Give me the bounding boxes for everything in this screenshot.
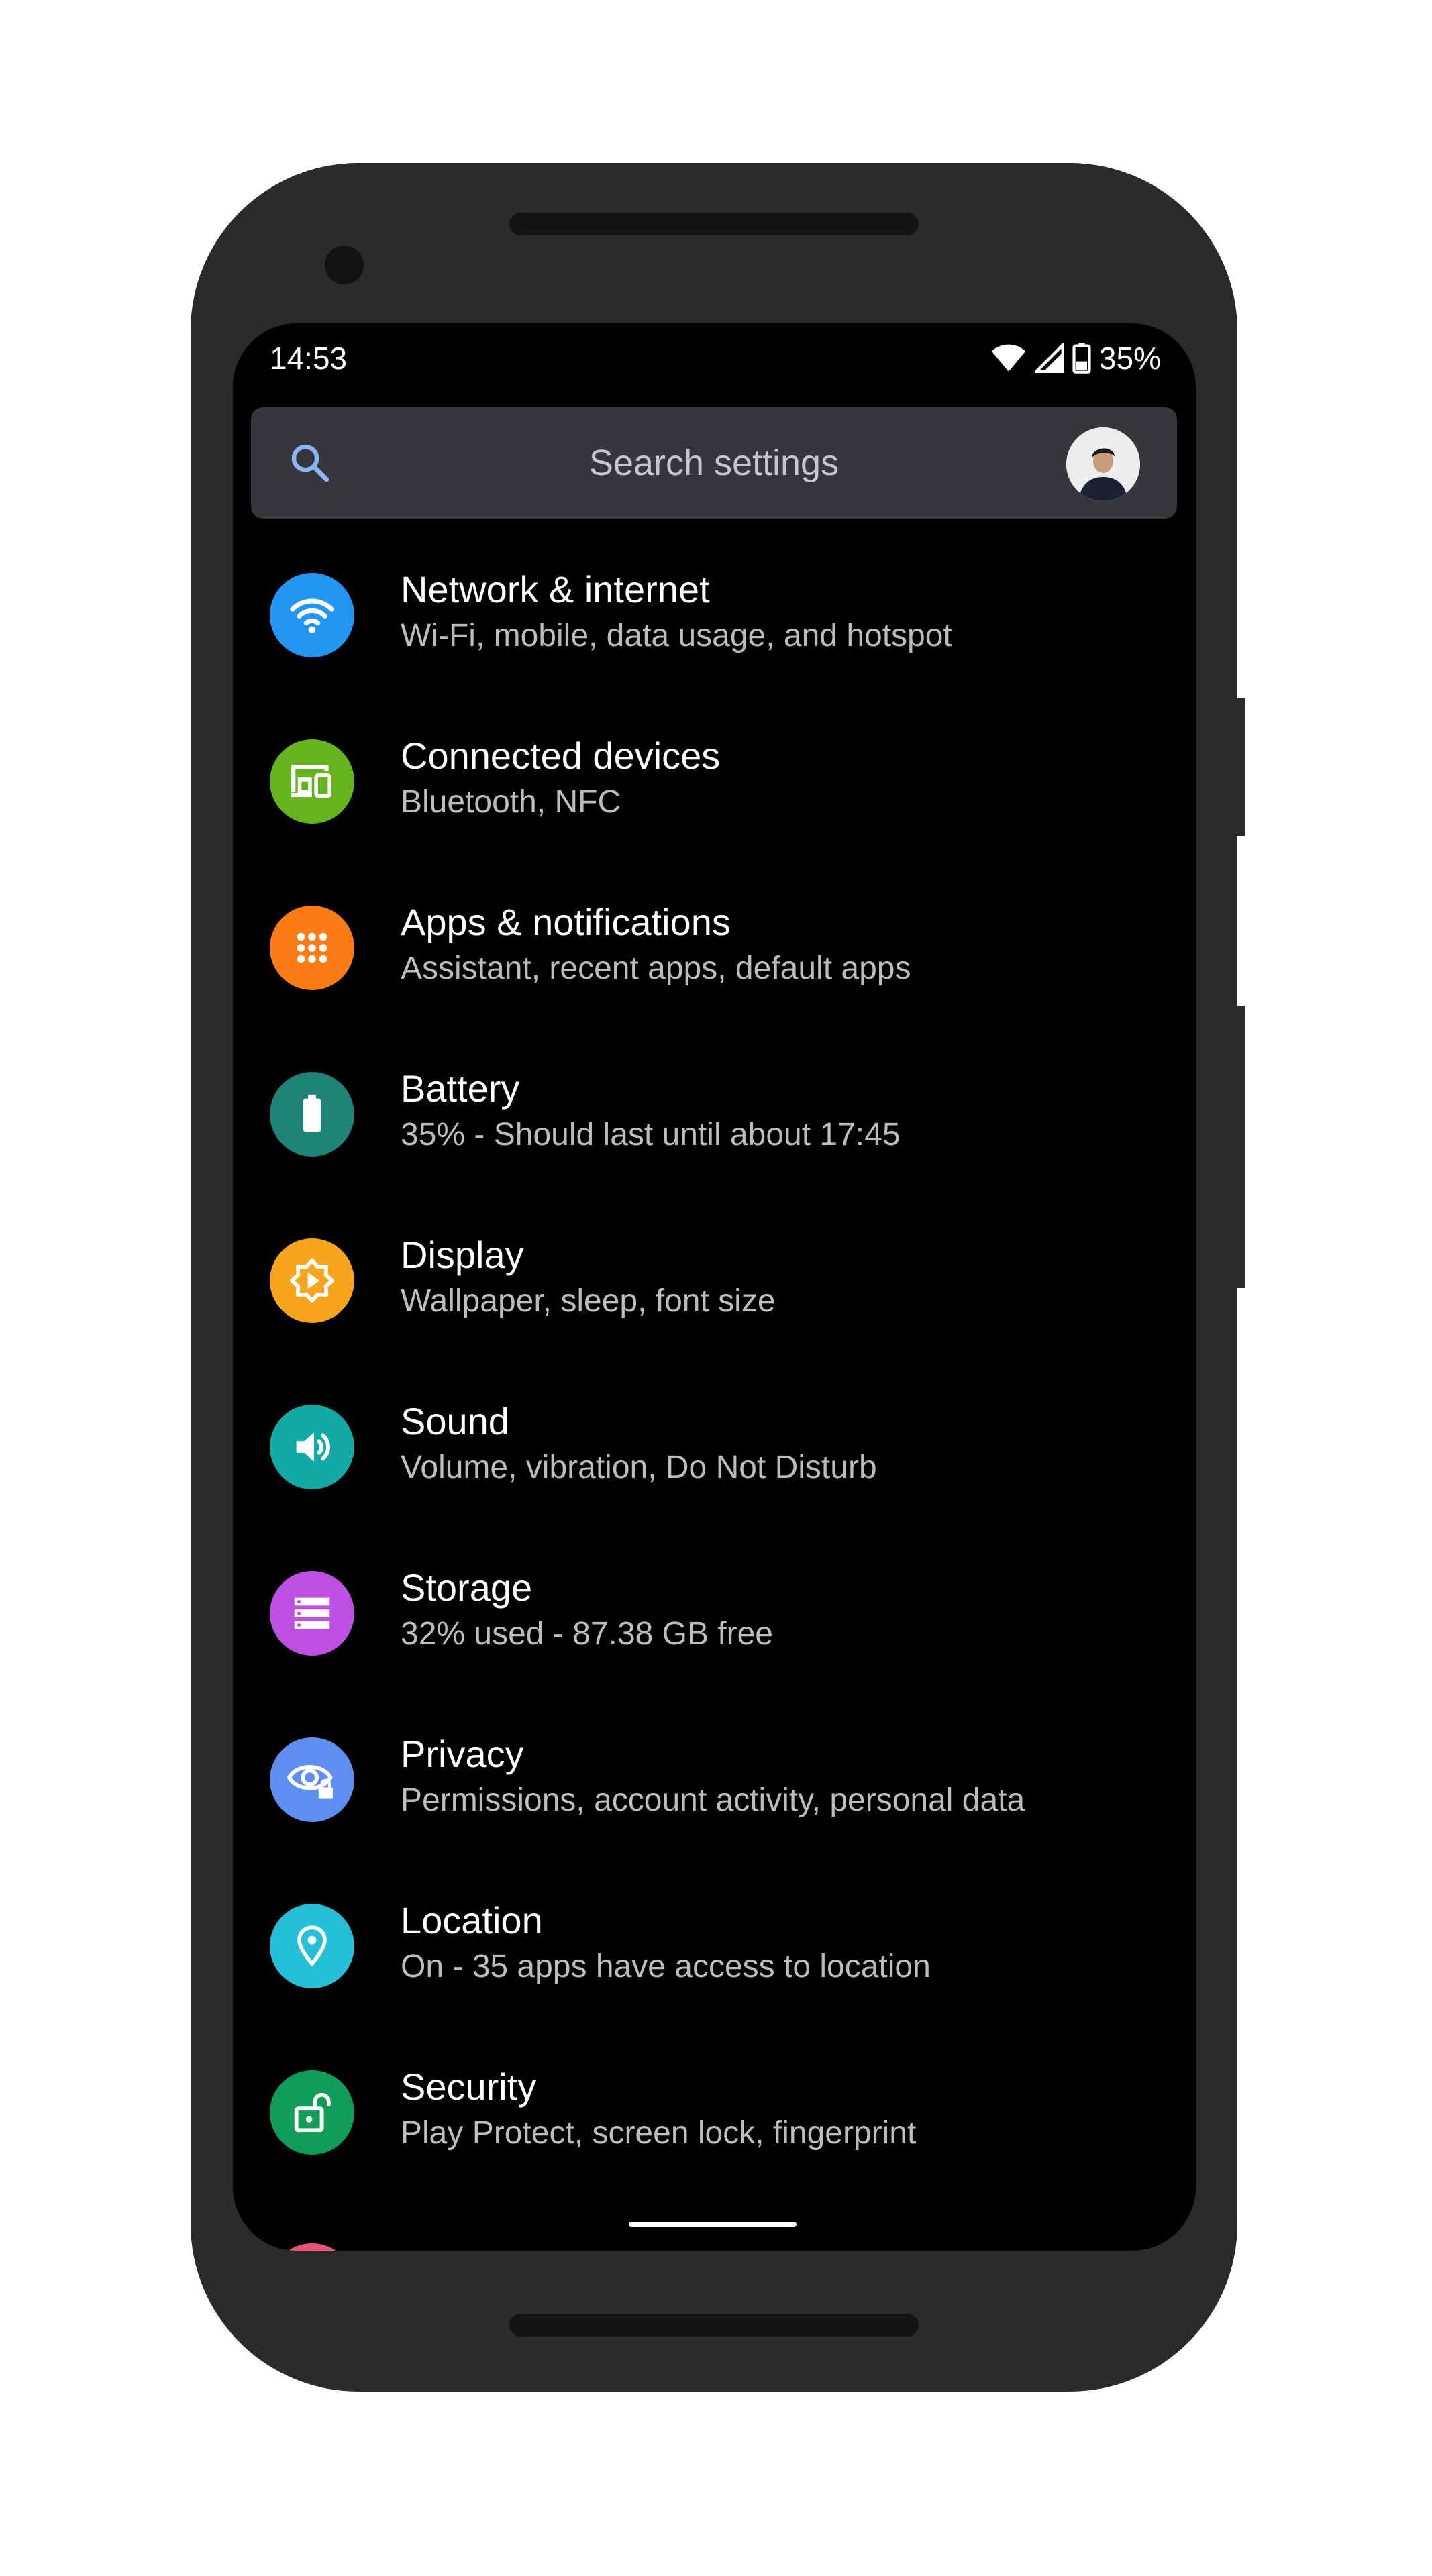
- setting-location[interactable]: Location On - 35 apps have access to loc…: [233, 1862, 1196, 2029]
- gesture-home-bar[interactable]: [629, 2222, 797, 2227]
- setting-title: Display: [401, 1234, 524, 1276]
- setting-subtitle: Assistant, recent apps, default apps: [401, 951, 911, 986]
- setting-display[interactable]: Display Wallpaper, sleep, font size: [233, 1197, 1196, 1363]
- bottom-speaker: [509, 2314, 919, 2337]
- unlocked-padlock-icon: [270, 2070, 354, 2155]
- front-camera: [325, 246, 364, 284]
- setting-title: Location: [401, 1899, 543, 1941]
- storage-icon: [270, 1571, 354, 1656]
- profile-photo: [1066, 427, 1140, 501]
- setting-security[interactable]: Security Play Protect, screen lock, fing…: [233, 2029, 1196, 2195]
- brightness-icon: [270, 1238, 354, 1323]
- search-placeholder: Search settings: [589, 443, 839, 483]
- wifi-icon: [270, 573, 354, 657]
- setting-connected-devices[interactable]: Connected devices Bluetooth, NFC: [233, 698, 1196, 864]
- wifi-status-icon: [991, 344, 1026, 372]
- setting-subtitle: Play Protect, screen lock, fingerprint: [401, 2115, 917, 2151]
- setting-subtitle: Wi-Fi, mobile, data usage, and hotspot: [401, 618, 952, 653]
- battery-icon: [270, 1072, 354, 1157]
- settings-list: Network & internet Wi-Fi, mobile, data u…: [233, 531, 1196, 2195]
- setting-battery[interactable]: Battery 35% - Should last until about 17…: [233, 1030, 1196, 1197]
- setting-subtitle: 32% used - 87.38 GB free: [401, 1616, 773, 1652]
- setting-title: Sound: [401, 1400, 509, 1442]
- setting-title: Connected devices: [401, 735, 721, 777]
- volume-button: [1237, 1006, 1245, 1288]
- setting-subtitle: Volume, vibration, Do Not Disturb: [401, 1450, 877, 1485]
- power-button: [1237, 698, 1245, 836]
- setting-title: Network & internet: [401, 568, 710, 610]
- setting-subtitle: Permissions, account activity, personal …: [401, 1782, 1025, 1818]
- setting-subtitle: Wallpaper, sleep, font size: [401, 1283, 776, 1319]
- setting-apps-notifications[interactable]: Apps & notifications Assistant, recent a…: [233, 864, 1196, 1030]
- battery-status-icon: [1072, 343, 1091, 374]
- signal-icon: [1034, 343, 1064, 373]
- setting-subtitle: 35% - Should last until about 17:45: [401, 1117, 901, 1152]
- setting-subtitle: On - 35 apps have access to location: [401, 1949, 931, 1984]
- setting-title: Storage: [401, 1566, 533, 1609]
- setting-storage[interactable]: Storage 32% used - 87.38 GB free: [233, 1529, 1196, 1696]
- apps-grid-icon: [270, 906, 354, 990]
- battery-percent: 35%: [1098, 341, 1161, 376]
- setting-privacy[interactable]: Privacy Permissions, account activity, p…: [233, 1696, 1196, 1862]
- devices-icon: [270, 739, 354, 824]
- setting-title: Battery: [401, 1067, 520, 1110]
- setting-sound[interactable]: Sound Volume, vibration, Do Not Disturb: [233, 1363, 1196, 1529]
- setting-subtitle: Bluetooth, NFC: [401, 784, 621, 820]
- volume-icon: [270, 1405, 354, 1489]
- location-pin-icon: [270, 1904, 354, 1988]
- status-time: 14:53: [270, 341, 348, 376]
- setting-network-internet[interactable]: Network & internet Wi-Fi, mobile, data u…: [233, 531, 1196, 698]
- avatar[interactable]: [1066, 427, 1140, 501]
- screen: 14:53 35% Search settings Network & inte…: [233, 323, 1196, 2251]
- top-speaker: [509, 213, 919, 235]
- setting-title: Security: [401, 2065, 537, 2108]
- setting-title: Privacy: [401, 1733, 524, 1775]
- privacy-eye-icon: [270, 1737, 354, 1822]
- setting-title: Apps & notifications: [401, 901, 731, 943]
- search-bar[interactable]: Search settings: [251, 407, 1177, 519]
- status-icons: 35%: [990, 338, 1161, 378]
